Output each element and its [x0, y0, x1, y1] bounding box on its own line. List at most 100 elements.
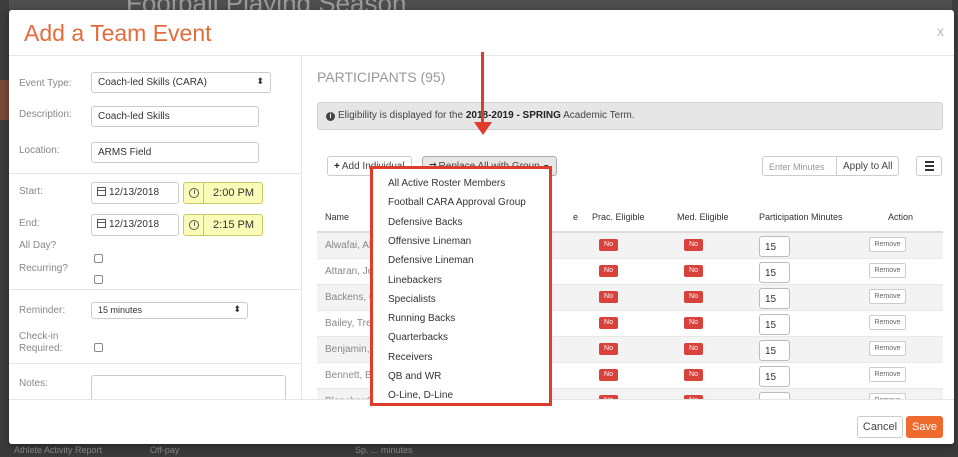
start-time-value: 2:00 PM	[213, 187, 254, 199]
group-menu-item[interactable]: Football CARA Approval Group	[388, 197, 526, 208]
start-time-input[interactable]: 2:00 PM	[183, 182, 263, 204]
start-label: Start:	[19, 186, 43, 197]
all-day-label: All Day?	[19, 240, 57, 251]
end-date-input[interactable]: 12/13/2018	[91, 214, 179, 236]
description-input[interactable]: Coach-led Skills	[91, 106, 259, 127]
group-menu-item[interactable]: Running Backs	[388, 313, 455, 324]
group-menu-item[interactable]: Linebackers	[388, 275, 442, 286]
group-menu-item[interactable]: Offensive Lineman	[388, 236, 471, 247]
participant-name[interactable]: Attaran, Je	[325, 266, 373, 277]
group-menu-item[interactable]: QB and WR	[388, 371, 441, 382]
divider	[9, 363, 301, 364]
remove-button[interactable]: Remove	[869, 341, 906, 356]
column-action: Action	[888, 212, 914, 222]
participation-minutes-input[interactable]: 15	[759, 288, 790, 309]
event-type-label: Event Type:	[19, 78, 72, 89]
remove-button[interactable]: Remove	[869, 289, 906, 304]
participant-name[interactable]: Backens, C	[325, 292, 376, 303]
end-date-value: 12/13/2018	[109, 219, 160, 230]
remove-button[interactable]: Remove	[869, 237, 906, 252]
eligibility-info-bar: i Eligibility is displayed for the 2018-2…	[317, 102, 943, 130]
background-bottom-left-text: Athlete Activity Report	[14, 445, 103, 455]
participation-minutes-input[interactable]: 15	[759, 262, 790, 283]
participants-title: PARTICIPANTS (95)	[317, 69, 446, 85]
remove-button[interactable]: Remove	[869, 315, 906, 330]
cancel-button[interactable]: Cancel	[857, 416, 903, 438]
enter-minutes-input[interactable]: Enter Minutes	[762, 156, 837, 176]
apply-to-all-button[interactable]: Apply to All	[836, 156, 900, 176]
select-arrows-icon: ⬍	[233, 304, 241, 314]
description-label: Description:	[19, 109, 72, 120]
background-bottom-mid-text: Off-pay	[150, 445, 180, 455]
checkin-required-checkbox[interactable]	[94, 343, 103, 352]
start-date-input[interactable]: 12/13/2018	[91, 182, 179, 204]
remove-button[interactable]: Remove	[869, 367, 906, 382]
column-name[interactable]: Name	[325, 212, 349, 222]
participation-minutes-input[interactable]: 15	[759, 236, 790, 257]
notes-label: Notes:	[19, 378, 48, 389]
select-arrows-icon: ⬍	[256, 76, 264, 86]
start-date-value: 12/13/2018	[109, 187, 160, 198]
reminder-select[interactable]: 15 minutes ⬍	[91, 302, 248, 319]
med-eligible-badge: No	[684, 265, 703, 277]
plus-icon: +	[334, 161, 340, 172]
background-bottom-right-text: Sp. ... minutes	[355, 445, 413, 455]
clock-icon	[189, 220, 199, 230]
checkin-label-line2: Required:	[19, 343, 63, 354]
prac-eligible-badge: No	[599, 291, 618, 303]
end-time-input[interactable]: 2:15 PM	[183, 214, 263, 236]
background-bottom-bar: Athlete Activity Report Off-pay Sp. ... …	[0, 444, 958, 457]
participation-minutes-input[interactable]: 15	[759, 340, 790, 361]
column-participation-minutes[interactable]: Participation Minutes	[759, 212, 843, 222]
med-eligible-badge: No	[684, 239, 703, 251]
annotation-arrow	[481, 52, 484, 124]
recurring-label: Recurring?	[19, 263, 68, 274]
close-icon[interactable]: x	[937, 23, 944, 39]
participant-name[interactable]: Bailey, Tre	[325, 318, 372, 329]
group-dropdown-menu: All Active Roster Members Football CARA A…	[370, 166, 552, 406]
event-type-value: Coach-led Skills (CARA)	[98, 77, 207, 88]
recurring-checkbox[interactable]	[94, 275, 103, 284]
save-button[interactable]: Save	[906, 416, 943, 438]
column-partial: e	[573, 212, 579, 222]
notes-textarea[interactable]	[91, 375, 286, 399]
group-menu-item[interactable]: Defensive Backs	[388, 217, 462, 228]
end-time-value: 2:15 PM	[213, 219, 254, 231]
prac-eligible-badge: No	[599, 369, 618, 381]
location-label: Location:	[19, 145, 60, 156]
participation-minutes-input[interactable]: 15	[759, 392, 790, 399]
participation-minutes-input[interactable]: 15	[759, 314, 790, 335]
remove-button[interactable]: Remove	[869, 263, 906, 278]
modal-header: Add a Team Event x	[9, 10, 954, 56]
divider	[9, 173, 301, 174]
group-menu-item[interactable]: Specialists	[388, 294, 436, 305]
med-eligible-badge: No	[684, 317, 703, 329]
event-type-select[interactable]: Coach-led Skills (CARA) ⬍	[91, 72, 271, 93]
event-form-panel: Event Type: Coach-led Skills (CARA) ⬍ De…	[9, 56, 302, 399]
participant-name[interactable]: Bennett, B	[325, 370, 372, 381]
reminder-value: 15 minutes	[98, 305, 143, 315]
clock-icon	[189, 188, 199, 198]
prac-eligible-badge: No	[599, 343, 618, 355]
calendar-icon	[97, 219, 106, 228]
info-icon: i	[326, 112, 335, 121]
group-menu-item[interactable]: Quarterbacks	[388, 332, 448, 343]
background-sidebar	[0, 0, 9, 457]
participation-minutes-input[interactable]: 15	[759, 366, 790, 387]
menu-icon[interactable]	[916, 156, 942, 176]
end-label: End:	[19, 218, 40, 229]
group-menu-item[interactable]: Receivers	[388, 352, 432, 363]
column-prac-eligible[interactable]: Prac. Eligible	[592, 212, 645, 222]
column-med-eligible[interactable]: Med. Eligible	[677, 212, 729, 222]
annotation-arrow-head	[474, 122, 492, 135]
calendar-icon	[97, 187, 106, 196]
prac-eligible-badge: No	[599, 317, 618, 329]
group-menu-item[interactable]: O-Line, D-Line	[388, 390, 453, 401]
participant-name[interactable]: Alwafai, Ah	[325, 240, 374, 251]
all-day-checkbox[interactable]	[94, 254, 103, 263]
prac-eligible-badge: No	[599, 239, 618, 251]
group-menu-item[interactable]: Defensive Lineman	[388, 255, 474, 266]
location-input[interactable]: ARMS Field	[91, 142, 259, 163]
group-menu-item[interactable]: All Active Roster Members	[388, 178, 505, 189]
modal-title: Add a Team Event	[24, 20, 212, 46]
